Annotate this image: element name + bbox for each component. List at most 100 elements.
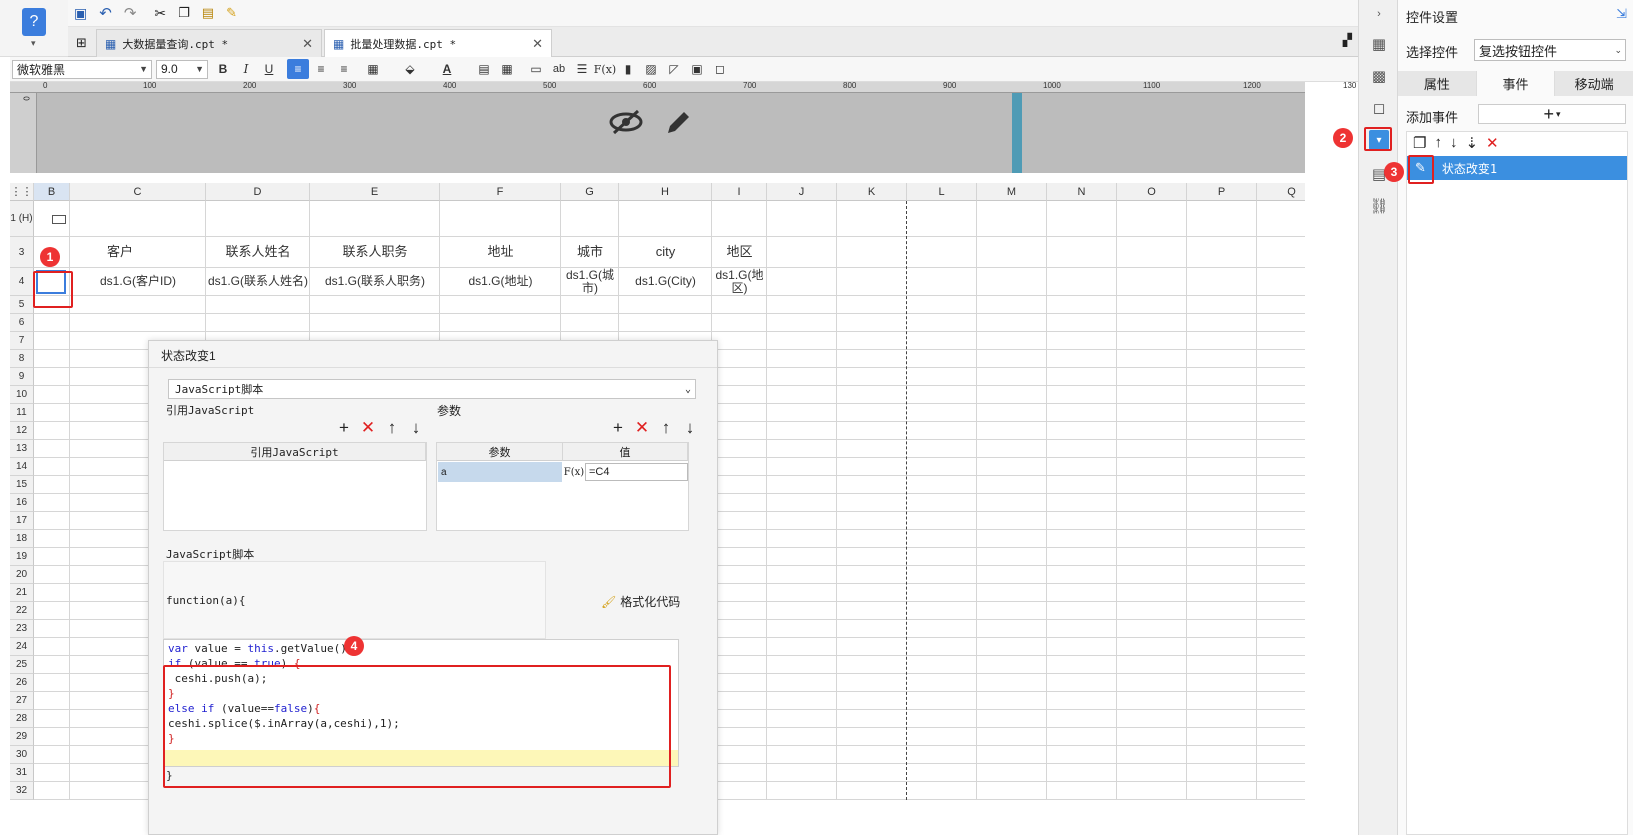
- copy-icon[interactable]: ❐: [178, 5, 190, 21]
- column-header[interactable]: G: [561, 183, 619, 201]
- column-header[interactable]: J: [767, 183, 837, 201]
- row-header[interactable]: 7: [10, 332, 34, 350]
- save-icon[interactable]: ▣: [74, 5, 87, 22]
- column-header[interactable]: E: [310, 183, 440, 201]
- copy-icon[interactable]: ❐: [1413, 134, 1426, 152]
- text-icon[interactable]: ab: [548, 59, 570, 79]
- row-header[interactable]: 32: [10, 782, 34, 800]
- event-item[interactable]: ✎ 状态改变1: [1407, 156, 1627, 180]
- cut-icon[interactable]: ✂: [154, 5, 166, 22]
- unmerge-cells-icon[interactable]: ▦: [496, 59, 518, 79]
- table-header-cell[interactable]: 客户: [44, 237, 196, 268]
- row-header[interactable]: 9: [10, 368, 34, 386]
- param-name-cell[interactable]: a: [438, 462, 562, 482]
- row-header[interactable]: 25: [10, 656, 34, 674]
- formula-icon[interactable]: F(x): [594, 59, 616, 79]
- delete-icon[interactable]: ✕: [1486, 134, 1499, 152]
- row-header[interactable]: 14: [10, 458, 34, 476]
- event-type-select[interactable]: JavaScript脚本 ⌄: [168, 379, 696, 399]
- merge-cells-icon[interactable]: ▤: [473, 59, 495, 79]
- table-header-cell[interactable]: 城市: [561, 237, 619, 268]
- table-data-cell[interactable]: ds1.G(客户ID): [70, 268, 206, 296]
- column-header[interactable]: F: [440, 183, 561, 201]
- arrow-up-icon[interactable]: ↑: [1434, 134, 1442, 152]
- row-header[interactable]: 29: [10, 728, 34, 746]
- arrow-down-icon[interactable]: ↓: [407, 418, 425, 437]
- subreport-icon[interactable]: ▣: [686, 59, 708, 79]
- tab-batch-process[interactable]: ▦ 批量处理数据.cpt * ✕: [324, 29, 552, 57]
- cell-attr-icon[interactable]: ▦: [1369, 34, 1389, 54]
- row-header[interactable]: 8: [10, 350, 34, 368]
- row-header[interactable]: 6: [10, 314, 34, 332]
- format-code-button[interactable]: 🖌 格式化代码: [601, 593, 680, 610]
- italic-icon[interactable]: I: [235, 59, 257, 79]
- hidden-eye-icon[interactable]: [608, 105, 644, 139]
- chart-icon[interactable]: ▮: [617, 59, 639, 79]
- row-header[interactable]: 3: [10, 237, 34, 268]
- table-data-cell[interactable]: ds1.G(城市): [561, 268, 619, 296]
- rich-text-icon[interactable]: ☰: [571, 59, 593, 79]
- table-data-cell[interactable]: ds1.G(地区): [712, 268, 767, 296]
- tab-big-data-query[interactable]: ▦ 大数据量查询.cpt * ✕: [96, 29, 322, 57]
- more-insert-icon[interactable]: ◻: [709, 59, 731, 79]
- bold-icon[interactable]: B: [212, 59, 234, 79]
- slash-icon[interactable]: ◸: [663, 59, 685, 79]
- table-header-cell[interactable]: 地址: [440, 237, 561, 268]
- align-right-icon[interactable]: ≡: [333, 59, 355, 79]
- align-center-icon[interactable]: ≡: [310, 59, 332, 79]
- row-header[interactable]: 4: [10, 268, 34, 296]
- align-left-icon[interactable]: ≡: [287, 59, 309, 79]
- column-header[interactable]: H: [619, 183, 712, 201]
- hyperlink-icon[interactable]: ⛓: [1369, 196, 1389, 216]
- table-data-cell[interactable]: ds1.G(联系人职务): [310, 268, 440, 296]
- cell-element-icon[interactable]: ▩: [1369, 66, 1389, 86]
- designer-logo-icon[interactable]: ?: [22, 8, 46, 36]
- row-header[interactable]: 19: [10, 548, 34, 566]
- table-data-cell[interactable]: ds1.G(City): [619, 268, 712, 296]
- row-header[interactable]: 13: [10, 440, 34, 458]
- row-header[interactable]: 21: [10, 584, 34, 602]
- column-header[interactable]: D: [206, 183, 310, 201]
- row-header[interactable]: 24: [10, 638, 34, 656]
- edit-pencil-icon[interactable]: [662, 107, 694, 139]
- image-icon[interactable]: ▨: [640, 59, 662, 79]
- row-header[interactable]: 17: [10, 512, 34, 530]
- row-header[interactable]: 20: [10, 566, 34, 584]
- arrow-down-icon[interactable]: ↓: [681, 418, 699, 437]
- row-header[interactable]: 18: [10, 530, 34, 548]
- expand-arrow-icon[interactable]: ›: [1369, 4, 1389, 24]
- close-icon[interactable]: ✕: [532, 36, 543, 52]
- tab-properties[interactable]: 属性: [1398, 71, 1477, 96]
- row-header[interactable]: 26: [10, 674, 34, 692]
- tab-template-grid[interactable]: ⊞: [68, 29, 96, 57]
- column-header[interactable]: K: [837, 183, 907, 201]
- column-header[interactable]: B: [34, 183, 70, 201]
- delete-icon[interactable]: ✕: [359, 418, 377, 437]
- row-header[interactable]: 16: [10, 494, 34, 512]
- tab-menu-icon[interactable]: ▞: [1343, 33, 1352, 47]
- tab-events[interactable]: 事件: [1476, 71, 1555, 96]
- sort-icon[interactable]: ⇣: [1465, 134, 1478, 152]
- tab-mobile[interactable]: 移动端: [1554, 71, 1633, 96]
- font-size-select[interactable]: 9.0 ▼: [156, 59, 208, 79]
- arrow-up-icon[interactable]: ↑: [657, 418, 675, 437]
- font-family-select[interactable]: 微软雅黑 ▼: [12, 59, 152, 79]
- table-data-cell[interactable]: ds1.G(联系人姓名): [206, 268, 310, 296]
- column-header[interactable]: P: [1187, 183, 1257, 201]
- delete-icon[interactable]: ✕: [633, 418, 651, 437]
- column-header[interactable]: C: [70, 183, 206, 201]
- table-header-cell[interactable]: 联系人姓名: [206, 237, 310, 268]
- add-icon[interactable]: +: [609, 418, 627, 437]
- row-header[interactable]: 12: [10, 422, 34, 440]
- arrow-down-icon[interactable]: ↓: [1450, 134, 1458, 152]
- row-header[interactable]: 15: [10, 476, 34, 494]
- table-header-cell[interactable]: 地区: [712, 237, 767, 268]
- table-header-cell[interactable]: 联系人职务: [310, 237, 440, 268]
- font-color-icon[interactable]: A: [436, 59, 458, 79]
- row-header[interactable]: 28: [10, 710, 34, 728]
- column-header[interactable]: O: [1117, 183, 1187, 201]
- row-header[interactable]: 11: [10, 404, 34, 422]
- select-widget-dropdown[interactable]: 复选按钮控件 ⌄: [1474, 39, 1626, 61]
- row-header[interactable]: 31: [10, 764, 34, 782]
- format-brush-icon[interactable]: ✎: [226, 5, 237, 21]
